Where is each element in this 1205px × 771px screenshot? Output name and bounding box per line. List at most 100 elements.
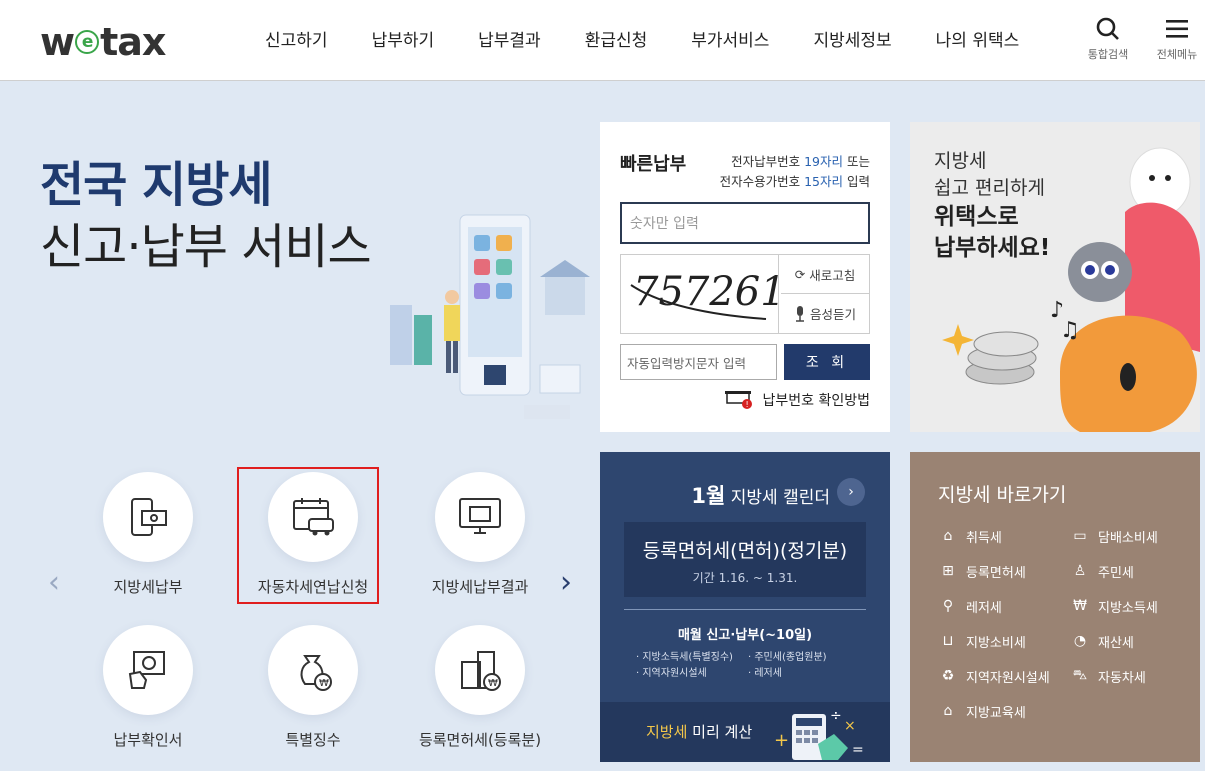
captcha-text: 757261 [633, 269, 779, 315]
search-button[interactable]: 통합검색 [1080, 16, 1136, 62]
captcha-box: 757261 ⟳ 새로고침 음성듣기 [620, 254, 870, 334]
cart-icon: ⊔ [942, 633, 954, 649]
desc-line1-suffix: 또는 [843, 154, 870, 169]
nav-local-tax-info[interactable]: 지방세정보 [813, 26, 891, 51]
payment-certificate-icon-circle [103, 625, 193, 715]
registration-tax-icon-circle: ₩ [435, 625, 525, 715]
shortcut-local-income-tax[interactable]: ₩ 지방소득세 [1070, 596, 1202, 616]
desc-line2-prefix: 전자수용가번호 [719, 174, 805, 189]
shortcut-label: 재산세 [1098, 635, 1134, 651]
payment-result-icon [459, 498, 501, 534]
svg-text:×: × [844, 718, 856, 734]
shortcuts-title: 지방세 바로가기 [938, 484, 1067, 506]
calendar-event-period: 기간 1.16. ~ 1.31. [692, 571, 798, 585]
main-nav: 신고하기 납부하기 납부결과 환급신청 부가서비스 지방세정보 나의 위택스 [265, 26, 1063, 51]
calculator-icon: + ÷ × = [774, 708, 864, 760]
registration-tax-icon: ₩ [461, 651, 501, 691]
chevron-right-icon: › [848, 484, 854, 500]
refresh-icon: ⟳ [794, 266, 806, 282]
payment-number-input[interactable]: 숫자만 입력 [620, 202, 870, 244]
fast-payment-description: 전자납부번호 19자리 또는 전자수용가번호 15자리 입력 [720, 152, 870, 192]
local-tax-shortcuts-panel: 지방세 바로가기 ⌂ 취득세 ▭ 담배소비세 ⊞ 등록면허세 ♙ 주민세 ⚲ 레저세 ₩ 지… [910, 452, 1200, 762]
captcha-audio-label: 음성듣기 [809, 307, 856, 322]
list-item: · 주민세(종업원분) [748, 652, 827, 663]
captcha-input[interactable]: 자동입력방지문자 입력 [620, 344, 777, 380]
nav-pay[interactable]: 납부하기 [372, 26, 435, 51]
svg-text:=: = [852, 742, 864, 758]
shortcuts-grid: ⌂ 취득세 ▭ 담배소비세 ⊞ 등록면허세 ♙ 주민세 ⚲ 레저세 ₩ 지방소득세 ⊔ 지방소… [938, 526, 1202, 721]
shortcut-leisure-tax[interactable]: ⚲ 레저세 [938, 596, 1070, 616]
calendar-event-title: 등록면허세(면허)(정기분) [642, 540, 848, 562]
next-arrow-icon[interactable]: › [560, 565, 572, 600]
recycle-icon: ♻ [941, 668, 955, 684]
shortcut-car-tax[interactable]: ⛍ 자동차세 [1070, 666, 1202, 686]
hero-illustration [390, 214, 590, 419]
quick-tax-payment[interactable]: 지방세납부 [78, 472, 218, 597]
nav-report[interactable]: 신고하기 [265, 26, 328, 51]
quick-payment-certificate-label: 납부확인서 [113, 731, 183, 749]
money-bag-icon: ₩ [1073, 598, 1087, 614]
tax-calculator-label: 지방세 미리 계산 [646, 721, 752, 742]
fast-payment-panel: 빠른납부 전자납부번호 19자리 또는 전자수용가번호 15자리 입력 숫자만 … [600, 122, 890, 432]
shortcut-label: 자동차세 [1098, 670, 1146, 686]
receipt-alert-icon: ! [724, 391, 752, 409]
hero-title-line1: 전국 지방세 [40, 157, 273, 213]
header: w e tax 신고하기 납부하기 납부결과 환급신청 부가서비스 지방세정보 나의… [0, 0, 1205, 81]
svg-text:+: + [774, 730, 789, 751]
shortcut-education-tax[interactable]: ⌂ 지방교육세 [938, 701, 1070, 721]
highlight-box [237, 467, 379, 604]
nav-my-wetax[interactable]: 나의 위택스 [936, 26, 1020, 51]
shortcut-label: 등록면허세 [966, 565, 1026, 581]
tax-calculator-highlight: 지방세 [646, 723, 688, 741]
pie-chart-icon: ◔ [1073, 633, 1087, 649]
quick-payment-result[interactable]: 지방세납부결과 [410, 472, 550, 597]
shortcut-local-consumption-tax[interactable]: ⊔ 지방소비세 [938, 631, 1070, 651]
svg-text:♫: ♫ [1060, 318, 1080, 343]
shortcut-label: 담배소비세 [1098, 530, 1158, 546]
calendar-title: 1월 지방세 캘린더 [600, 480, 830, 510]
svg-text:!: ! [745, 400, 748, 409]
shortcut-tobacco-tax[interactable]: ▭ 담배소비세 [1070, 526, 1202, 546]
quick-special-collection[interactable]: ₩ 특별징수 [243, 625, 383, 750]
nav-extra-services[interactable]: 부가서비스 [691, 26, 769, 51]
list-item: · 지방소득세(특별징수) [636, 652, 733, 663]
menu-button[interactable]: 전체메뉴 [1149, 16, 1205, 62]
list-item: · 레저세 [748, 668, 782, 679]
calendar-monthly-list: · 지방소득세(특별징수) · 주민세(종업원분) · 지역자원시설세 · 레저… [636, 650, 858, 682]
menu-label: 전체메뉴 [1156, 48, 1198, 61]
shortcut-resident-tax[interactable]: ♙ 주민세 [1070, 561, 1202, 581]
lookup-button[interactable]: 조 회 [784, 344, 870, 380]
payment-help-label: 납부번호 확인방법 [762, 393, 871, 409]
shortcut-acquisition-tax[interactable]: ⌂ 취득세 [938, 526, 1070, 546]
shortcut-license-tax[interactable]: ⊞ 등록면허세 [938, 561, 1070, 581]
building-icon: ⌂ [943, 528, 953, 544]
shortcut-label: 레저세 [966, 600, 1002, 616]
calendar-month: 1월 [691, 484, 726, 508]
calendar-event-box[interactable]: 등록면허세(면허)(정기분) 기간 1.16. ~ 1.31. [624, 522, 866, 597]
captcha-audio-button[interactable]: 음성듣기 [781, 294, 869, 333]
payment-number-help-link[interactable]: ! 납부번호 확인방법 [724, 390, 871, 410]
calendar-next-button[interactable]: › [837, 478, 865, 506]
tax-calculator-text: 미리 계산 [687, 723, 753, 741]
shortcut-label: 지방소득세 [1098, 600, 1158, 616]
prev-arrow-icon[interactable]: ‹ [48, 565, 60, 600]
bicycle-icon: ⚲ [942, 598, 954, 614]
shortcut-property-tax[interactable]: ◔ 재산세 [1070, 631, 1202, 651]
quick-payment-certificate[interactable]: 납부확인서 [78, 625, 218, 750]
tax-payment-icon-circle [103, 472, 193, 562]
fast-payment-title: 빠른납부 [620, 154, 687, 175]
hero-title-line2: 신고·납부 서비스 [40, 219, 372, 275]
svg-text:₩: ₩ [488, 678, 498, 689]
tax-calendar-panel: 1월 지방세 캘린더 › 등록면허세(면허)(정기분) 기간 1.16. ~ 1… [600, 452, 890, 762]
captcha-refresh-button[interactable]: ⟳ 새로고침 [781, 255, 869, 294]
search-label: 통합검색 [1087, 48, 1129, 61]
desc-line2-highlight: 15자리 [804, 174, 844, 189]
nav-refund[interactable]: 환급신청 [585, 26, 648, 51]
shortcut-regional-resource-tax[interactable]: ♻ 지역자원시설세 [938, 666, 1070, 686]
promo-banner[interactable]: 지방세 쉽고 편리하게 위택스로 납부하세요! ♪ ♫ [910, 122, 1200, 432]
tax-calculator-link[interactable]: 지방세 미리 계산 + ÷ × = [600, 702, 890, 762]
special-collection-icon-circle: ₩ [268, 625, 358, 715]
wetax-logo[interactable]: w e tax [40, 20, 166, 64]
quick-registration-tax[interactable]: ₩ 등록면허세(등록분) [410, 625, 550, 750]
nav-pay-result[interactable]: 납부결과 [478, 26, 541, 51]
